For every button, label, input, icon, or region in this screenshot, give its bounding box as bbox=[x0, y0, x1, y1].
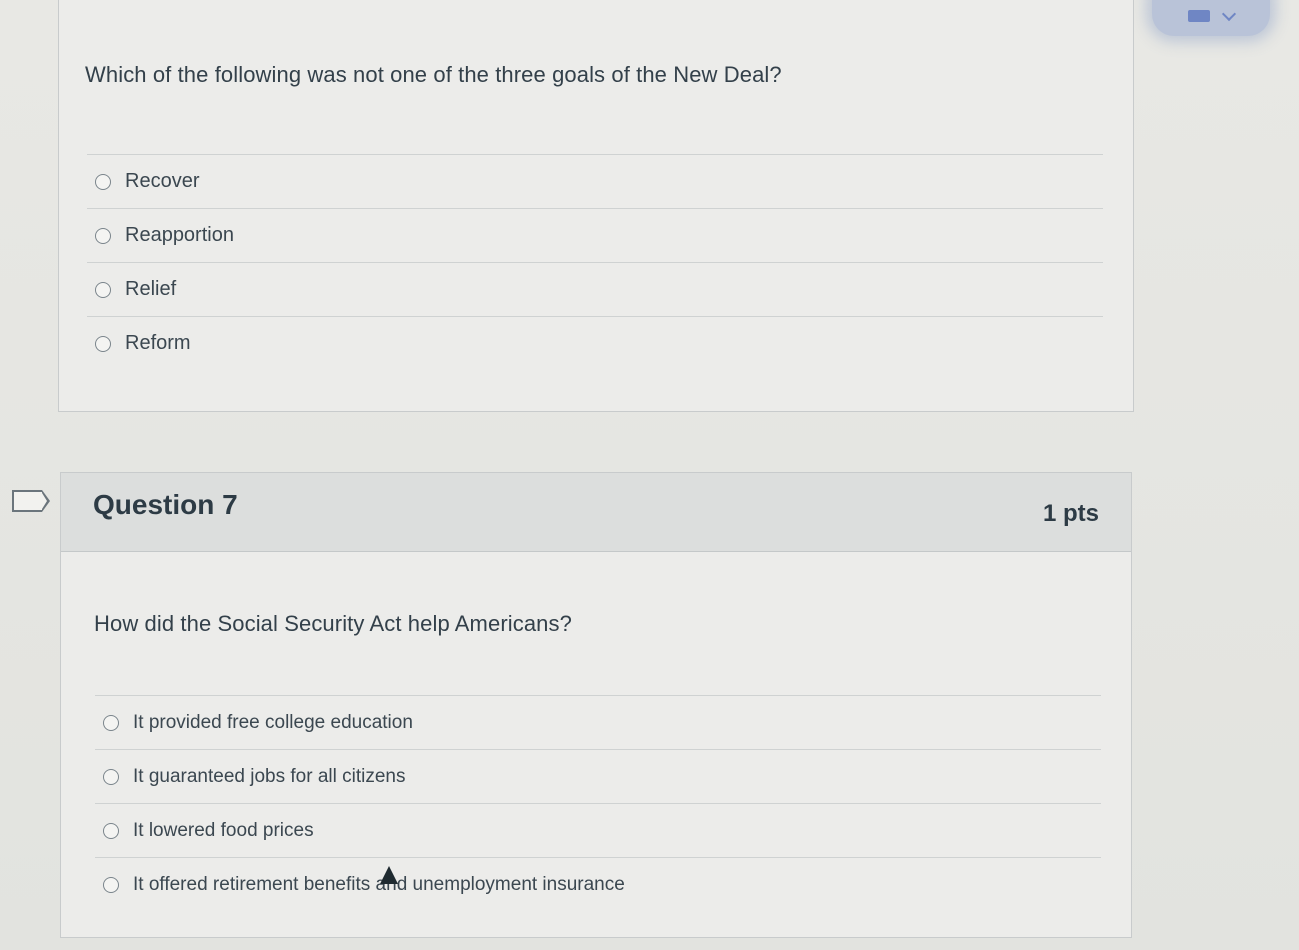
question-6-answers: Recover Reapportion Relief Reform bbox=[87, 154, 1103, 370]
cursor-icon bbox=[380, 866, 398, 884]
answer-label: It offered retirement benefits and unemp… bbox=[133, 873, 625, 895]
answer-label: Recover bbox=[125, 170, 200, 192]
question-header: Question 7 1 pts bbox=[61, 473, 1131, 552]
radio-button[interactable] bbox=[103, 714, 119, 731]
answer-label: Relief bbox=[125, 278, 177, 300]
radio-button[interactable] bbox=[103, 768, 119, 785]
radio-button[interactable] bbox=[95, 335, 111, 352]
answer-label: It lowered food prices bbox=[133, 819, 314, 841]
answer-label: It guaranteed jobs for all citizens bbox=[133, 765, 406, 787]
answer-option[interactable]: Reform bbox=[87, 316, 1103, 370]
answer-option[interactable]: Recover bbox=[87, 154, 1103, 208]
question-7-text: How did the Social Security Act help Ame… bbox=[94, 611, 572, 636]
question-6-text: Which of the following was not one of th… bbox=[85, 62, 782, 87]
question-card-7: Question 7 1 pts How did the Social Secu… bbox=[60, 472, 1132, 938]
question-points: 1 pts bbox=[1042, 500, 1099, 527]
answer-option[interactable]: It provided free college education bbox=[95, 695, 1101, 749]
radio-button[interactable] bbox=[95, 281, 111, 298]
radio-button[interactable] bbox=[95, 173, 111, 190]
question-7-answers: It provided free college education It gu… bbox=[95, 695, 1101, 911]
radio-button[interactable] bbox=[103, 876, 119, 893]
answer-option[interactable]: It lowered food prices bbox=[95, 803, 1101, 857]
bookmark-flag-icon[interactable] bbox=[12, 490, 50, 512]
answer-label: Reform bbox=[125, 332, 191, 354]
answer-option[interactable]: It guaranteed jobs for all citizens bbox=[95, 749, 1101, 803]
floating-widget[interactable] bbox=[1152, 0, 1270, 36]
answer-option[interactable]: Reapportion bbox=[87, 208, 1103, 262]
answer-option[interactable]: It offered retirement benefits and unemp… bbox=[95, 857, 1101, 911]
question-title: Question 7 bbox=[93, 489, 238, 520]
radio-button[interactable] bbox=[95, 227, 111, 244]
radio-button[interactable] bbox=[103, 822, 119, 839]
question-card-6: Which of the following was not one of th… bbox=[58, 0, 1134, 412]
flag-icon bbox=[1188, 10, 1210, 22]
chevron-down-icon[interactable] bbox=[1221, 6, 1237, 22]
answer-label: Reapportion bbox=[125, 224, 234, 246]
answer-label: It provided free college education bbox=[133, 711, 413, 733]
answer-option[interactable]: Relief bbox=[87, 262, 1103, 316]
quiz-page: Which of the following was not one of th… bbox=[0, 0, 1299, 950]
